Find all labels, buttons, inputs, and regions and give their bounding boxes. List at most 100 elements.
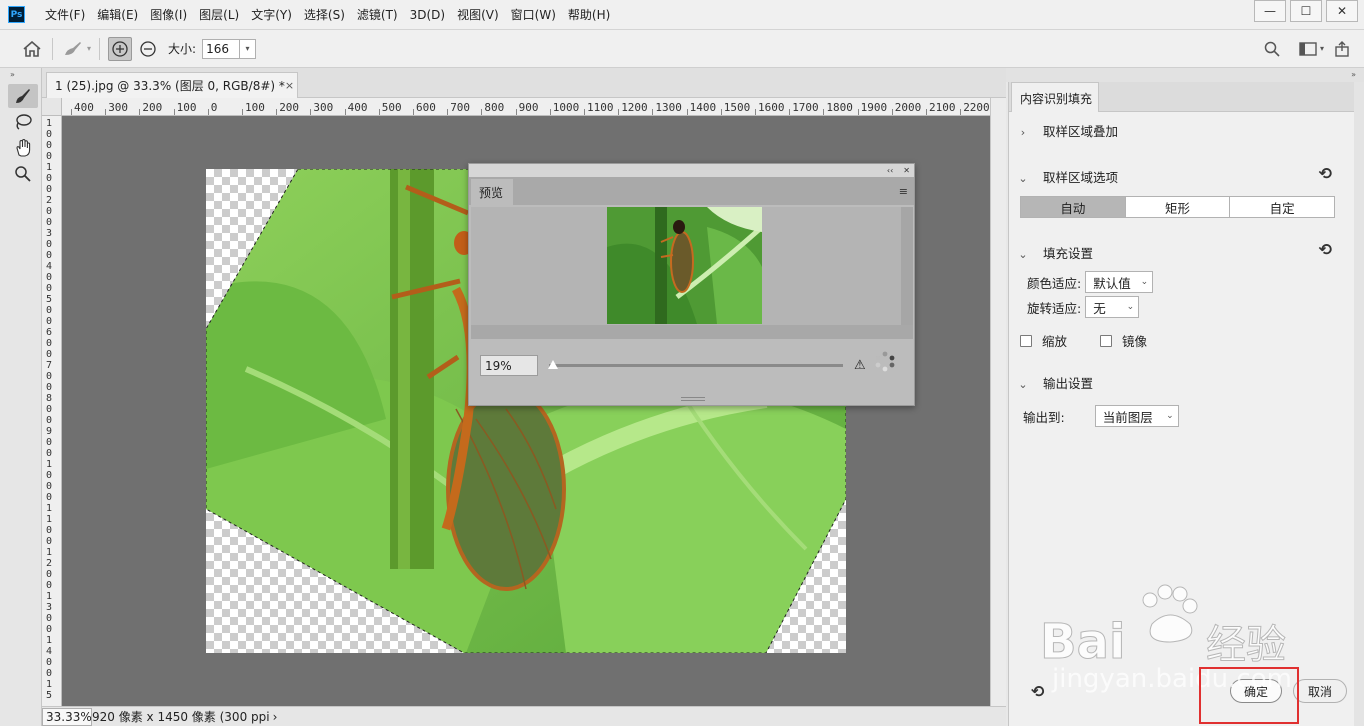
tab-content-aware-fill[interactable]: 内容识别填充 bbox=[1011, 82, 1099, 112]
ruler-tick bbox=[720, 109, 722, 115]
ruler-tick bbox=[618, 109, 620, 115]
status-arrow-icon[interactable]: › bbox=[273, 710, 278, 724]
ruler-label: 900 bbox=[518, 101, 539, 114]
segment-rectangle[interactable]: 矩形 bbox=[1125, 197, 1231, 217]
close-document-icon[interactable]: × bbox=[285, 79, 294, 92]
preview-collapse-icon[interactable]: ‹‹ bbox=[887, 166, 893, 175]
menu-select[interactable]: 选择(S) bbox=[298, 0, 351, 30]
lasso-icon[interactable] bbox=[8, 110, 38, 134]
menu-help[interactable]: 帮助(H) bbox=[562, 0, 616, 30]
preview-zoom-slider[interactable] bbox=[549, 364, 843, 367]
ruler-label: 0 bbox=[46, 536, 53, 547]
preview-thumbnail bbox=[607, 207, 762, 324]
ruler-label: 9 bbox=[46, 426, 53, 437]
panel-tab-row: 内容识别填充 bbox=[1009, 82, 1354, 112]
menu-window[interactable]: 窗口(W) bbox=[505, 0, 562, 30]
resize-grip-icon[interactable] bbox=[681, 397, 705, 401]
scale-checkbox[interactable]: 缩放 bbox=[1020, 331, 1067, 350]
section-output-settings[interactable]: ⌄ 输出设置 bbox=[1009, 373, 1093, 392]
ruler-label: 0 bbox=[46, 239, 53, 250]
brush-preset-icon[interactable] bbox=[61, 37, 85, 61]
brush-dropdown-icon[interactable]: ▾ bbox=[87, 44, 91, 53]
reset-all-icon[interactable]: ⟲ bbox=[1031, 682, 1044, 701]
menu-filter[interactable]: 滤镜(T) bbox=[351, 0, 404, 30]
vertical-ruler: 1000100200300400500600700800900100011001… bbox=[42, 116, 62, 706]
menu-edit[interactable]: 编辑(E) bbox=[91, 0, 144, 30]
ruler-label: 1100 bbox=[587, 101, 614, 114]
menu-view[interactable]: 视图(V) bbox=[451, 0, 505, 30]
ruler-tick bbox=[857, 109, 859, 115]
ruler-tick bbox=[755, 109, 756, 115]
ruler-label: 0 bbox=[46, 437, 53, 448]
section-fill-settings[interactable]: ⌄ 填充设置 bbox=[1009, 243, 1093, 262]
reset-fill-settings-icon[interactable]: ⟲ bbox=[1319, 240, 1332, 259]
close-window-button[interactable]: ✕ bbox=[1326, 0, 1358, 22]
ruler-label: 5 bbox=[46, 294, 53, 305]
preview-tab[interactable]: 预览 bbox=[471, 179, 513, 205]
ruler-tick bbox=[823, 109, 825, 115]
ruler-label: 0 bbox=[46, 371, 53, 382]
workspace-dropdown-icon[interactable]: ▾ bbox=[1320, 44, 1324, 53]
ruler-label: 1 bbox=[46, 635, 53, 646]
preview-horizontal-scrollbar[interactable] bbox=[471, 325, 913, 339]
ruler-tick bbox=[960, 109, 962, 115]
toolbar-collapse-icon[interactable]: » bbox=[0, 68, 41, 82]
output-to-select[interactable]: 当前图层 ⌄ bbox=[1094, 405, 1179, 427]
subtract-from-selection-icon[interactable] bbox=[136, 37, 160, 61]
search-icon[interactable] bbox=[1260, 37, 1284, 61]
menu-type[interactable]: 文字(Y) bbox=[245, 0, 298, 30]
checkbox-box[interactable] bbox=[1020, 334, 1032, 347]
ruler-label: 1 bbox=[46, 459, 53, 470]
vertical-scrollbar[interactable] bbox=[990, 98, 1006, 706]
progress-spinner-icon bbox=[875, 351, 895, 372]
rotation-adaptation-label: 旋转适应: bbox=[1027, 300, 1082, 316]
panel-collapse-icon[interactable]: » bbox=[1006, 68, 1364, 82]
segment-auto[interactable]: 自动 bbox=[1021, 197, 1126, 217]
size-input[interactable]: 166 bbox=[202, 38, 241, 59]
home-icon[interactable] bbox=[20, 37, 44, 61]
menu-file[interactable]: 文件(F) bbox=[39, 0, 91, 30]
mirror-checkbox[interactable]: 镜像 bbox=[1100, 331, 1147, 350]
document-tab[interactable]: 1 (25).jpg @ 33.3% (图层 0, RGB/8#) * × bbox=[46, 72, 298, 98]
minimize-button[interactable]: — bbox=[1254, 0, 1286, 22]
zoom-level-field[interactable]: 33.33% bbox=[42, 707, 92, 726]
ruler-tick bbox=[926, 109, 927, 115]
menu-3d[interactable]: 3D(D) bbox=[404, 0, 451, 30]
preview-viewport[interactable] bbox=[471, 207, 901, 325]
preview-vertical-scrollbar[interactable] bbox=[901, 207, 913, 325]
checkbox-box[interactable] bbox=[1100, 334, 1112, 347]
menu-image[interactable]: 图像(I) bbox=[144, 0, 193, 30]
preview-close-icon[interactable]: ✕ bbox=[903, 166, 910, 175]
sampling-brush-icon[interactable] bbox=[8, 84, 38, 108]
size-dropdown-icon[interactable]: ▾ bbox=[240, 38, 257, 59]
ruler-label: 700 bbox=[450, 101, 471, 114]
hand-icon[interactable] bbox=[8, 136, 38, 160]
add-to-selection-icon[interactable] bbox=[108, 36, 133, 61]
maximize-button[interactable]: ☐ bbox=[1290, 0, 1322, 22]
share-icon[interactable] bbox=[1330, 37, 1354, 61]
panel-scrollbar[interactable] bbox=[1354, 82, 1364, 726]
zoom-icon[interactable] bbox=[8, 162, 38, 186]
ruler-tick bbox=[344, 109, 346, 115]
ruler-label: 0 bbox=[46, 206, 53, 217]
ruler-label: 1 bbox=[46, 503, 53, 514]
ruler-label: 1 bbox=[46, 547, 53, 558]
ruler-label: 2100 bbox=[929, 101, 956, 114]
section-sampling-options[interactable]: ⌄ 取样区域选项 bbox=[1009, 167, 1118, 186]
preview-zoom-field[interactable]: 19% bbox=[480, 355, 538, 376]
menu-layer[interactable]: 图层(L) bbox=[193, 0, 245, 30]
ruler-corner bbox=[42, 98, 62, 116]
ruler-label: 8 bbox=[46, 393, 53, 404]
reset-sampling-icon[interactable]: ⟲ bbox=[1319, 164, 1332, 183]
preview-zoom-slider-thumb[interactable] bbox=[548, 360, 558, 369]
highlight-box bbox=[1199, 667, 1299, 724]
rotation-adaptation-select[interactable]: 无 ⌄ bbox=[1085, 296, 1140, 318]
workspace-icon[interactable] bbox=[1296, 37, 1320, 61]
section-sampling-overlay[interactable]: › 取样区域叠加 bbox=[1009, 121, 1118, 140]
color-adaptation-select[interactable]: 默认值 ⌄ bbox=[1085, 271, 1154, 293]
cancel-button[interactable]: 取消 bbox=[1293, 679, 1347, 703]
segment-custom[interactable]: 自定 bbox=[1230, 197, 1335, 217]
chevron-down-icon: ⌄ bbox=[1018, 248, 1028, 261]
ruler-label: 300 bbox=[108, 101, 129, 114]
panel-menu-icon[interactable]: ≡ bbox=[899, 185, 908, 198]
